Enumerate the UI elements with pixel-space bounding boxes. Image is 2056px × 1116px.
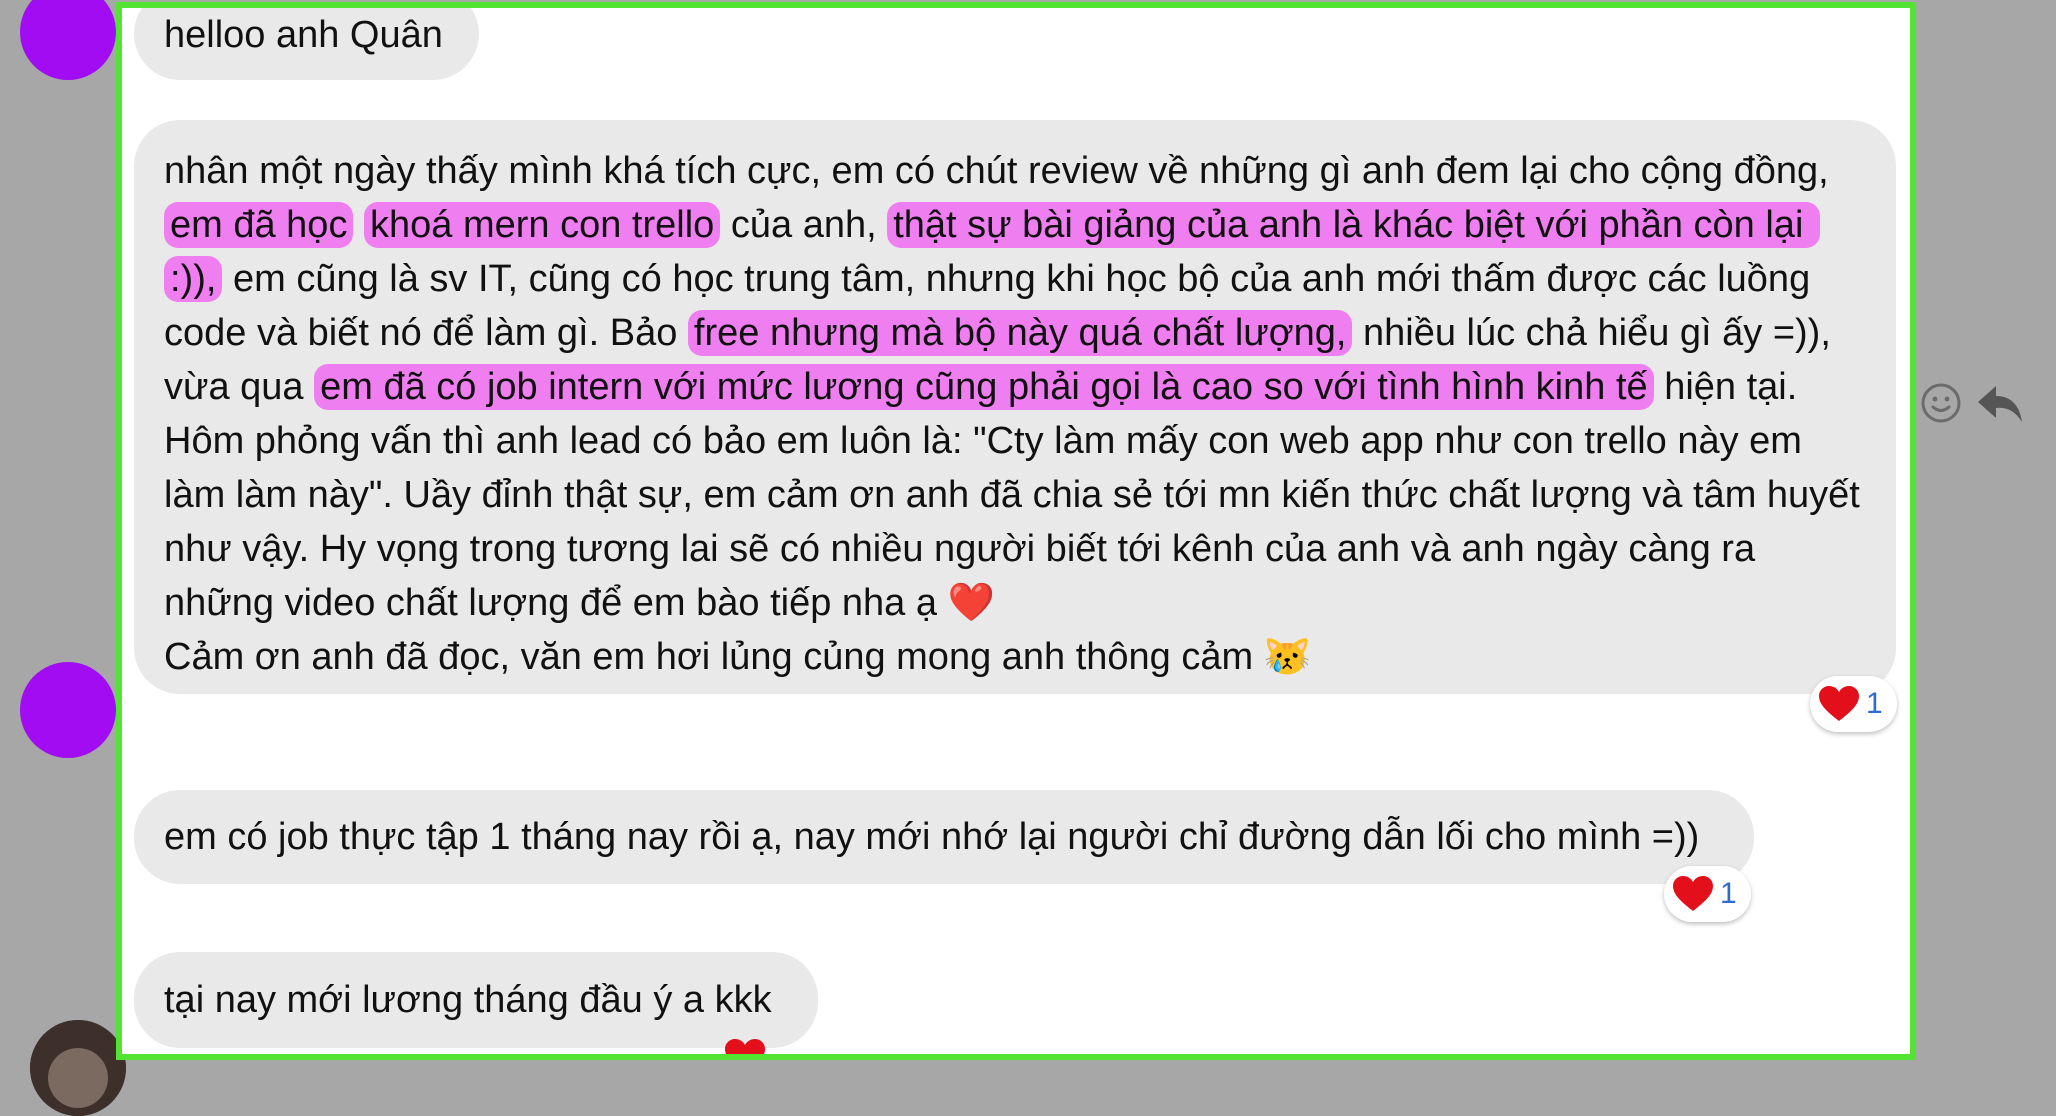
reaction-badge[interactable]: 1	[1664, 866, 1751, 922]
message-text-segment: Cảm ơn anh đã đọc, văn em hơi lủng củng …	[164, 636, 1312, 678]
sender-avatar[interactable]	[20, 0, 116, 80]
message-text: helloo anh Quân	[164, 14, 443, 56]
heart-icon	[1818, 685, 1860, 723]
reaction-count: 1	[1720, 877, 1737, 910]
message-bubble-long[interactable]: nhân một ngày thấy mình khá tích cực, em…	[134, 120, 1896, 694]
message-text: em có job thực tập 1 tháng nay rồi ạ, na…	[164, 816, 1700, 858]
message-bubble[interactable]: helloo anh Quân	[134, 8, 479, 80]
reply-arrow-icon[interactable]	[1976, 382, 2024, 429]
message-bubble[interactable]: em có job thực tập 1 tháng nay rồi ạ, na…	[134, 790, 1754, 884]
heart-icon	[724, 1038, 766, 1054]
message-bubble[interactable]: tại nay mới lương tháng đầu ý a kkk	[134, 952, 818, 1048]
smiley-icon[interactable]	[1920, 382, 1962, 429]
highlighted-text: em đã học	[164, 202, 354, 248]
message-text: nhân một ngày thấy mình khá tích cực, em…	[164, 144, 1866, 684]
highlighted-text: em đã có job intern với mức lương cũng p…	[314, 364, 1654, 410]
sender-avatar[interactable]	[20, 662, 116, 758]
reaction-count: 1	[1866, 687, 1883, 720]
message-text-segment: nhân một ngày thấy mình khá tích cực, em…	[164, 150, 1840, 192]
highlighted-text: khoá mern con trello	[364, 202, 721, 248]
message-text-segment	[353, 204, 364, 246]
highlighted-text: free nhưng mà bộ này quá chất lượng,	[687, 310, 1353, 356]
heart-icon	[1672, 875, 1714, 913]
message-text: tại nay mới lương tháng đầu ý a kkk	[164, 979, 772, 1021]
chat-thread-panel: helloo anh Quân nhân một ngày thấy mình …	[116, 2, 1916, 1060]
sender-avatar-photo[interactable]	[30, 1020, 126, 1116]
reaction-badge[interactable]: 1	[1810, 676, 1897, 732]
message-text-segment: của anh,	[720, 204, 888, 246]
